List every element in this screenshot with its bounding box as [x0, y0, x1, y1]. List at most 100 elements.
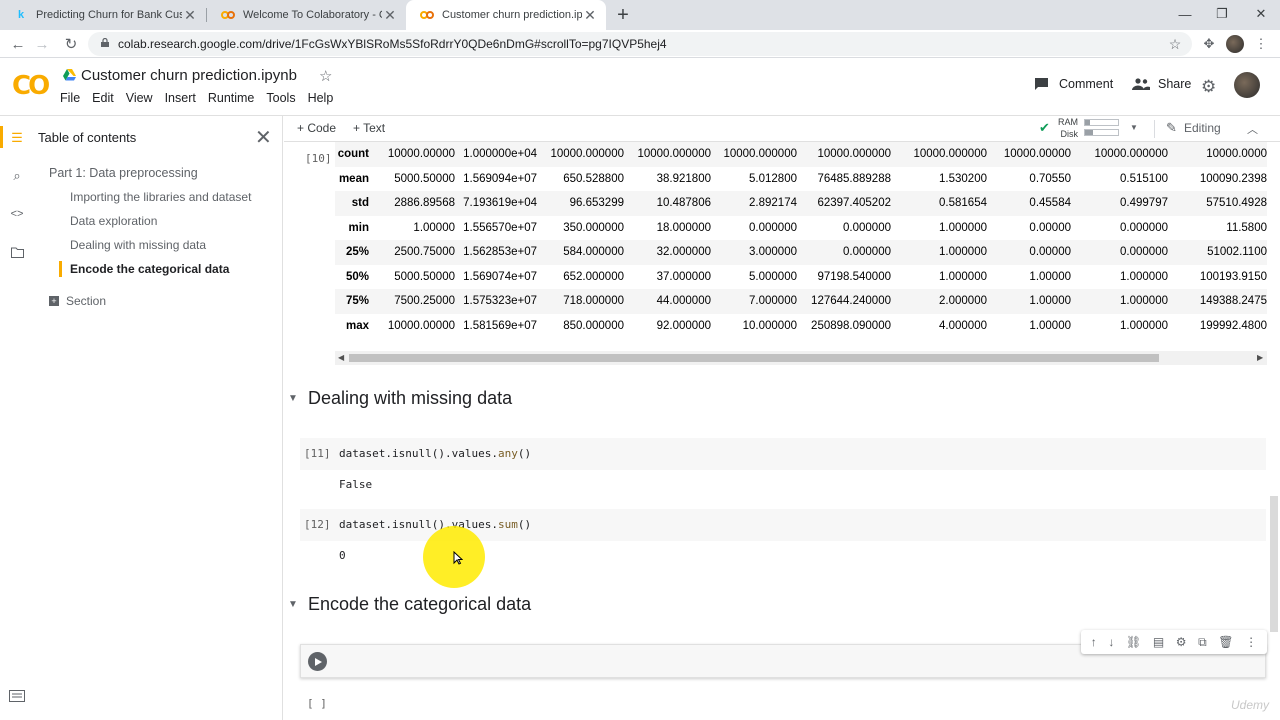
- table-cell: 92.000000: [656, 319, 711, 332]
- close-tab-icon[interactable]: ✕: [182, 7, 198, 23]
- toc-list-icon[interactable]: ☰: [9, 130, 25, 146]
- menu-tools[interactable]: Tools: [266, 91, 295, 105]
- vertical-scrollbar-thumb[interactable]: [1270, 496, 1278, 632]
- mirror-cell-icon[interactable]: ⧉: [1198, 635, 1207, 650]
- code-text[interactable]: dataset.isnull().values.any(): [339, 447, 531, 460]
- menu-view[interactable]: View: [126, 91, 153, 105]
- scroll-right-icon[interactable]: ▶: [1257, 353, 1263, 362]
- scroll-left-icon[interactable]: ◀: [338, 353, 344, 362]
- minimize-icon[interactable]: —: [1166, 0, 1204, 28]
- table-cell: 32.000000: [624, 240, 711, 265]
- watermark-text: Udemy: [1231, 698, 1270, 712]
- table-cell: 11.5800: [1226, 221, 1267, 234]
- code-text[interactable]: dataset.isnull().values.sum(): [339, 518, 531, 531]
- extensions-icon[interactable]: ✥: [1199, 34, 1219, 54]
- maximize-icon[interactable]: ❐: [1203, 0, 1241, 28]
- row-header: 50%: [345, 270, 369, 283]
- table-cell: 3.000000: [711, 240, 797, 265]
- back-icon[interactable]: ←: [8, 34, 28, 54]
- user-avatar[interactable]: [1234, 72, 1260, 98]
- toc-current-indicator: [59, 261, 62, 277]
- star-notebook-icon[interactable]: ☆: [319, 67, 332, 85]
- resources-dropdown-icon[interactable]: ▼: [1130, 123, 1138, 132]
- code-cell-11[interactable]: [11] dataset.isnull().values.any(): [300, 438, 1266, 470]
- add-code-button[interactable]: + Code: [297, 121, 336, 135]
- scrollbar-thumb[interactable]: [349, 354, 1159, 362]
- run-cell-button[interactable]: [308, 652, 327, 671]
- add-section-button[interactable]: + Section: [49, 294, 106, 308]
- table-cell: 5000.50000: [394, 270, 455, 283]
- toc-item-data-exploration[interactable]: Data exploration: [70, 214, 157, 228]
- share-button[interactable]: Share: [1132, 77, 1191, 91]
- table-cell: 10000.000000: [1071, 142, 1168, 167]
- address-bar[interactable]: colab.research.google.com/drive/1FcGsWxY…: [88, 32, 1192, 56]
- table-cell: 0.499797: [1071, 191, 1168, 216]
- table-cell: 10.000000: [742, 319, 797, 332]
- editing-mode-button[interactable]: Editing: [1184, 121, 1221, 135]
- toc-item-importing[interactable]: Importing the libraries and dataset: [70, 190, 251, 204]
- table-cell: 44.000000: [624, 289, 711, 314]
- move-down-icon[interactable]: ↓: [1108, 635, 1114, 649]
- toc-item-part1[interactable]: Part 1: Data preprocessing: [49, 166, 198, 180]
- more-options-icon[interactable]: ⋮: [1245, 635, 1257, 649]
- browser-tab-kaggle[interactable]: k Predicting Churn for Bank Custom ✕: [0, 0, 206, 30]
- tab-title: Welcome To Colaboratory - Colab: [243, 9, 382, 21]
- close-icon[interactable]: ✕: [255, 125, 272, 150]
- bookmark-star-icon[interactable]: ☆: [1165, 34, 1185, 54]
- menu-help[interactable]: Help: [308, 91, 334, 105]
- comment-cell-icon[interactable]: ▤: [1153, 635, 1164, 649]
- notebook-title[interactable]: Customer churn prediction.ipynb: [81, 67, 297, 84]
- new-tab-button[interactable]: +: [612, 4, 634, 26]
- move-up-icon[interactable]: ↑: [1091, 635, 1097, 649]
- window-close-icon[interactable]: ✕: [1242, 0, 1280, 28]
- menu-runtime[interactable]: Runtime: [208, 91, 255, 105]
- settings-gear-icon[interactable]: ⚙: [1201, 77, 1216, 97]
- code-snippets-icon[interactable]: <>: [9, 206, 25, 222]
- comment-button[interactable]: Comment: [1034, 77, 1113, 91]
- table-cell: 5.000000: [749, 270, 797, 283]
- lock-icon: [101, 38, 109, 47]
- link-icon[interactable]: ⛓: [1126, 635, 1141, 649]
- table-cell: 0.000000: [749, 221, 797, 234]
- search-icon[interactable]: ⌕: [9, 168, 25, 184]
- close-tab-icon[interactable]: ✕: [382, 7, 398, 23]
- close-tab-icon[interactable]: ✕: [582, 7, 598, 23]
- command-palette-icon[interactable]: [9, 690, 25, 702]
- forward-icon[interactable]: →: [32, 34, 52, 54]
- table-cell: 1.569094e+07: [463, 172, 537, 185]
- table-row: min 1.00000 1.556570e+07 350.000000 18.00000…: [335, 216, 1267, 241]
- collapse-caret-icon[interactable]: ▼: [288, 393, 306, 404]
- table-cell: 51002.1100: [1168, 240, 1267, 265]
- menu-bar: File Edit View Insert Runtime Tools Help: [60, 91, 345, 105]
- files-folder-icon[interactable]: [9, 244, 25, 260]
- colab-logo[interactable]: CO: [12, 71, 50, 101]
- table-cell: 96.653299: [537, 191, 624, 216]
- resources-labels[interactable]: RAM Disk: [1056, 116, 1078, 140]
- collapse-caret-icon[interactable]: ▼: [288, 599, 306, 610]
- menu-insert[interactable]: Insert: [165, 91, 196, 105]
- browser-tab-notebook[interactable]: Customer churn prediction.ipynb ✕: [406, 0, 606, 30]
- notebook-toolbar: + Code + Text ✔ RAM Disk ▼ ✎ Editing ︿: [284, 116, 1280, 142]
- section-heading-encode[interactable]: ▼ Encode the categorical data: [284, 594, 531, 615]
- delete-icon[interactable]: 🗑: [1218, 635, 1233, 649]
- browser-tab-welcome[interactable]: Welcome To Colaboratory - Colab ✕: [207, 0, 406, 30]
- menu-file[interactable]: File: [60, 91, 80, 105]
- table-cell: 10000.000000: [797, 142, 891, 167]
- horizontal-scrollbar[interactable]: ◀ ▶: [335, 351, 1267, 365]
- pencil-icon: ✎: [1166, 120, 1177, 135]
- cell-settings-icon[interactable]: ⚙: [1176, 635, 1187, 649]
- reload-icon[interactable]: ↻: [61, 34, 81, 54]
- browser-profile-avatar[interactable]: [1226, 35, 1244, 53]
- table-cell: 1.000000: [939, 270, 987, 283]
- toc-item-encode[interactable]: Encode the categorical data: [70, 262, 229, 276]
- cell-output-11: False: [339, 478, 373, 491]
- plus-box-icon: +: [49, 296, 59, 306]
- table-cell: 2.000000: [891, 289, 987, 314]
- section-heading-missing[interactable]: ▼ Dealing with missing data: [284, 388, 512, 409]
- toc-item-missing-data[interactable]: Dealing with missing data: [70, 238, 206, 252]
- row-header: min: [348, 221, 369, 234]
- menu-edit[interactable]: Edit: [92, 91, 114, 105]
- browser-menu-icon[interactable]: ⋮: [1251, 34, 1271, 54]
- collapse-header-icon[interactable]: ︿: [1247, 121, 1258, 137]
- add-text-button[interactable]: + Text: [353, 121, 385, 135]
